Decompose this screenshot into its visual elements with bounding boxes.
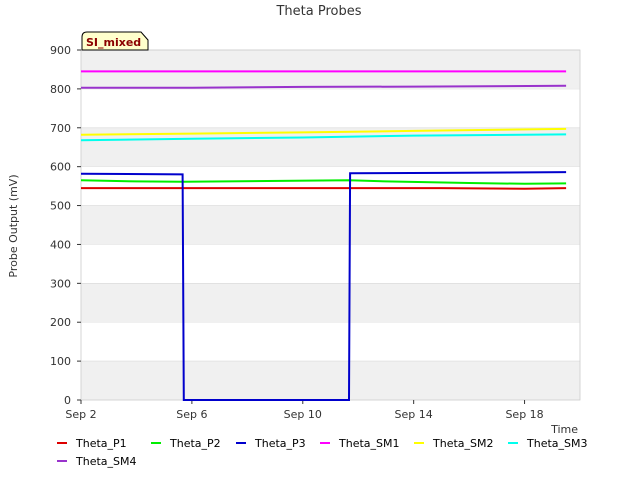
grid-band xyxy=(81,205,580,245)
y-tick-label: 200 xyxy=(50,316,71,329)
x-axis-label: Time xyxy=(550,423,578,436)
legend-label: Theta_SM2 xyxy=(432,437,493,450)
y-tick-label: 0 xyxy=(64,394,71,407)
y-tick-label: 300 xyxy=(50,277,71,290)
legend-label: Theta_SM4 xyxy=(75,455,136,468)
plot-background xyxy=(80,49,581,401)
mode-badge-text: SI_mixed xyxy=(86,36,141,49)
y-tick-label: 900 xyxy=(50,44,71,57)
series-line-theta-p1 xyxy=(81,187,567,190)
legend-label: Theta_SM1 xyxy=(338,437,399,450)
theta-probes-chart: Theta Probes 0 100 200 300 400 500 600 700 800 90… xyxy=(7,4,587,468)
x-tick-label: Sep 6 xyxy=(176,408,207,421)
x-tick-label: Sep 14 xyxy=(395,408,433,421)
y-tick-label: 800 xyxy=(50,83,71,96)
legend-label: Theta_P1 xyxy=(75,437,127,450)
x-tick-label: Sep 2 xyxy=(65,408,96,421)
grid-band xyxy=(81,283,580,323)
y-tick-label: 400 xyxy=(50,238,71,251)
y-tick-label: 600 xyxy=(50,161,71,174)
legend-label: Theta_P2 xyxy=(169,437,221,450)
y-tick-label: 100 xyxy=(50,355,71,368)
y-tick-label: 700 xyxy=(50,122,71,135)
grid-band xyxy=(81,50,580,89)
x-axis-ticks: Sep 2 Sep 6 Sep 10 Sep 14 Sep 18 xyxy=(65,400,544,421)
legend-label: Theta_SM3 xyxy=(526,437,587,450)
legend: Theta_P1 Theta_P2 Theta_P3 Theta_SM1 Theta_S… xyxy=(57,437,587,468)
y-axis-ticks: 0 100 200 300 400 500 600 700 800 900 xyxy=(50,44,81,407)
chart-title: Theta Probes xyxy=(275,4,361,19)
mode-badge: SI_mixed xyxy=(81,31,149,51)
y-axis-label: Probe Output (mV) xyxy=(7,174,20,277)
grid-band xyxy=(81,361,580,400)
y-tick-label: 500 xyxy=(50,200,71,213)
x-tick-label: Sep 10 xyxy=(284,408,322,421)
x-tick-label: Sep 18 xyxy=(505,408,543,421)
legend-label: Theta_P3 xyxy=(254,437,306,450)
